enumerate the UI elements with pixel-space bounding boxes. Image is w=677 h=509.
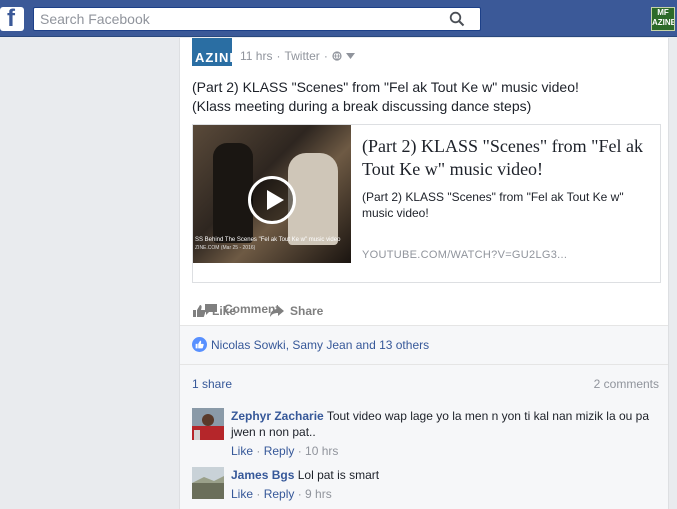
search-box[interactable] (33, 7, 481, 31)
thumbnail-caption-source: ZINE.COM (Mar 25 - 2016) (195, 245, 256, 251)
play-icon[interactable] (248, 176, 296, 224)
avatar[interactable] (192, 408, 224, 440)
comment-reply-link[interactable]: Reply (264, 487, 295, 501)
likes-summary[interactable]: Nicolas Sowki, Samy Jean and 13 others (180, 326, 668, 364)
comment-icon (205, 303, 217, 315)
comment-like-link[interactable]: Like (231, 487, 253, 501)
post-card: AZINE 11 hrs · Twitter · (Part 2) KLASS … (179, 38, 669, 509)
comment-text: Lol pat is smart (297, 468, 380, 482)
comment-button[interactable]: Comment (204, 301, 312, 317)
post-time[interactable]: 11 hrs (240, 49, 272, 63)
link-title[interactable]: (Part 2) KLASS "Scenes" from "Fel ak Tou… (362, 135, 650, 181)
search-input[interactable] (34, 8, 434, 30)
comment-count[interactable]: 2 comments (594, 377, 659, 391)
chevron-down-icon[interactable] (345, 53, 355, 59)
likes-text[interactable]: Nicolas Sowki, Samy Jean and 13 others (211, 338, 429, 352)
like-reaction-icon (192, 337, 207, 352)
comment-reply-link[interactable]: Reply (264, 444, 295, 458)
post-text: (Part 2) KLASS "Scenes" from "Fel ak Tou… (192, 79, 579, 114)
page-avatar[interactable]: AZINE (192, 38, 232, 66)
left-panel (0, 38, 179, 509)
comment-author[interactable]: James Bgs (231, 468, 294, 482)
comments-list: Zephyr Zacharie Tout video wap lage yo l… (180, 401, 668, 509)
comment-author[interactable]: Zephyr Zacharie (231, 409, 324, 423)
thumbnail-caption: SS Behind The Scenes "Fel ak Tout Ke w" … (195, 237, 341, 243)
globe-icon[interactable] (332, 51, 342, 61)
page-logo-icon[interactable]: MF AZINE (651, 7, 675, 31)
share-count[interactable]: 1 share (192, 377, 232, 391)
link-body: (Part 2) KLASS "Scenes" from "Fel ak Tou… (362, 135, 650, 221)
comment-time[interactable]: 9 hrs (305, 487, 332, 501)
top-bar: f MF AZINE (0, 0, 677, 37)
facebook-logo-icon[interactable]: f (0, 5, 24, 32)
share-count-row: 1 share 2 comments (180, 365, 668, 401)
comment-time[interactable]: 10 hrs (305, 444, 338, 458)
search-button[interactable] (434, 8, 480, 30)
link-preview[interactable]: SS Behind The Scenes "Fel ak Tout Ke w" … (192, 124, 661, 283)
link-url: YOUTUBE.COM/WATCH?V=GU2LG3... (362, 249, 568, 261)
post-source[interactable]: Twitter (284, 49, 319, 63)
post-meta: 11 hrs · Twitter · (240, 49, 355, 63)
video-thumbnail[interactable]: SS Behind The Scenes "Fel ak Tout Ke w" … (193, 125, 351, 263)
search-icon (449, 11, 465, 27)
link-description: (Part 2) KLASS "Scenes" from "Fel ak Tou… (362, 190, 624, 220)
post-actions: Like Comment Share (192, 301, 662, 321)
avatar[interactable] (192, 467, 224, 499)
comment-like-link[interactable]: Like (231, 444, 253, 458)
